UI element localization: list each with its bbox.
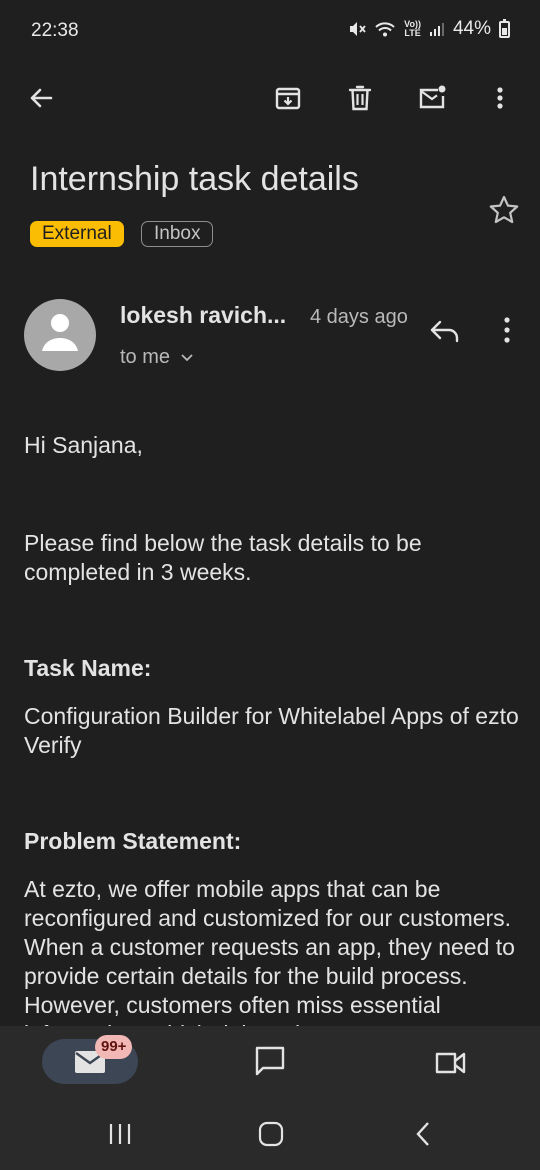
recipient-label: to me bbox=[120, 346, 171, 368]
task-name-heading: Task Name: bbox=[24, 655, 152, 681]
meet-video-icon[interactable] bbox=[434, 1046, 468, 1080]
home-icon bbox=[258, 1121, 284, 1147]
label-external: External bbox=[30, 221, 124, 247]
task-name-value: Configuration Builder for Whitelabel App… bbox=[24, 703, 519, 758]
volte-indicator: Vo)) LTE bbox=[404, 19, 421, 38]
chevron-down-icon bbox=[181, 353, 193, 361]
battery-icon bbox=[499, 18, 510, 38]
archive-icon bbox=[275, 87, 301, 110]
more-options-button[interactable] bbox=[480, 78, 520, 118]
recents-icon bbox=[109, 1124, 131, 1144]
system-back-button[interactable] bbox=[403, 1118, 443, 1150]
email-greeting: Hi Sanjana, bbox=[24, 432, 143, 458]
email-time: 4 days ago bbox=[310, 306, 408, 328]
more-vert-icon bbox=[497, 87, 503, 109]
message-more-icon[interactable] bbox=[492, 311, 522, 351]
sender-avatar[interactable] bbox=[24, 299, 96, 371]
home-button[interactable] bbox=[251, 1118, 291, 1150]
mute-icon bbox=[350, 22, 366, 36]
person-icon bbox=[42, 314, 78, 351]
email-intro: Please find below the task details to be… bbox=[24, 530, 422, 585]
chat-icon[interactable] bbox=[253, 1044, 287, 1078]
archive-button[interactable] bbox=[268, 78, 308, 118]
battery-percent: 44% bbox=[452, 18, 491, 39]
problem-heading: Problem Statement: bbox=[24, 828, 242, 854]
chevron-left-icon bbox=[416, 1122, 429, 1146]
mail-badge: 99+ bbox=[95, 1035, 133, 1059]
mark-unread-button[interactable] bbox=[412, 78, 452, 118]
delete-button[interactable] bbox=[340, 78, 380, 118]
star-icon[interactable] bbox=[484, 190, 524, 230]
problem-text: At ezto, we offer mobile apps that can b… bbox=[24, 876, 515, 1026]
back-button[interactable] bbox=[21, 78, 61, 118]
email-subject: Internship task details bbox=[30, 160, 359, 198]
status-icons: Vo)) LTE 44% bbox=[348, 18, 510, 40]
recipient-toggle[interactable]: to me bbox=[120, 346, 194, 369]
signal-icon bbox=[429, 23, 444, 36]
mark-unread-icon bbox=[419, 85, 446, 109]
wifi-icon bbox=[375, 22, 395, 37]
label-inbox[interactable]: Inbox bbox=[141, 221, 214, 247]
trash-icon bbox=[348, 85, 372, 111]
back-arrow-icon bbox=[30, 88, 53, 108]
reply-icon[interactable] bbox=[426, 311, 466, 351]
sender-name[interactable]: lokesh ravich... bbox=[120, 302, 286, 329]
status-time: 22:38 bbox=[31, 20, 79, 41]
recent-apps-button[interactable] bbox=[100, 1118, 140, 1150]
